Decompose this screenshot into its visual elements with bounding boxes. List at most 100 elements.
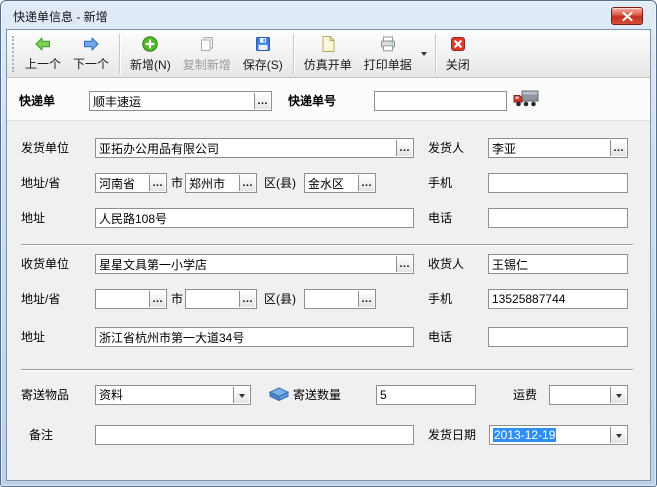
sender-phone-label: 电话 <box>428 208 452 228</box>
blue-book-icon[interactable] <box>269 387 289 402</box>
simulate-billing-button[interactable]: 仿真开单 <box>298 32 358 76</box>
receiver-district-label: 区(县) <box>264 289 296 309</box>
ellipsis-icon: … <box>399 142 410 154</box>
previous-button[interactable]: 上一个 <box>19 32 67 76</box>
express-label: 快递单 <box>19 91 55 111</box>
express-company-input[interactable] <box>90 92 254 110</box>
ellipsis-icon: … <box>361 293 372 305</box>
receiver-mobile-input[interactable] <box>488 289 628 309</box>
ellipsis-icon: … <box>152 177 163 189</box>
sender-city-browse-button[interactable]: … <box>239 175 255 191</box>
toolbar-separator <box>435 34 436 74</box>
shipping-freight-dropdown-button[interactable] <box>610 387 626 403</box>
window: 快递单信息 - 新增 上一个 下一个 新增 <box>0 0 657 487</box>
shipping-freight-combobox[interactable] <box>549 385 628 405</box>
dropdown-arrow-icon <box>239 394 245 398</box>
receiver-city-field: … <box>185 289 257 309</box>
screen: 快递单信息 - 新增 上一个 下一个 新增 <box>0 0 657 487</box>
sender-city-label: 市 <box>171 173 183 193</box>
sender-city-input[interactable] <box>186 174 239 192</box>
titlebar: 快递单信息 - 新增 <box>1 1 656 29</box>
express-no-input[interactable] <box>374 91 507 111</box>
receiver-district-input[interactable] <box>305 290 358 308</box>
sender-address-label: 地址 <box>21 208 45 228</box>
section-divider <box>21 369 633 370</box>
section-divider <box>21 244 633 245</box>
dropdown-arrow-icon <box>616 434 622 438</box>
close-button[interactable]: 关闭 <box>440 32 476 76</box>
sender-person-browse-button[interactable]: … <box>610 140 626 156</box>
add-button[interactable]: 新增(N) <box>124 32 177 76</box>
sender-district-browse-button[interactable]: … <box>358 175 374 191</box>
save-label: 保存(S) <box>243 56 283 73</box>
ellipsis-icon: … <box>361 177 372 189</box>
window-close-button[interactable] <box>611 7 643 25</box>
shipping-item-combobox[interactable]: 资料 <box>95 385 251 405</box>
sender-person-input[interactable] <box>489 139 610 157</box>
previous-label: 上一个 <box>25 55 61 72</box>
receiver-company-input[interactable] <box>96 255 396 273</box>
sender-company-field: … <box>95 138 414 158</box>
receiver-person-input[interactable] <box>488 254 628 274</box>
sender-district-field: … <box>304 173 376 193</box>
sender-province-browse-button[interactable]: … <box>149 175 165 191</box>
receiver-company-browse-button[interactable]: … <box>396 256 412 272</box>
express-company-field: … <box>89 91 272 111</box>
sender-province-field: … <box>95 173 167 193</box>
copy-pages-icon <box>198 35 216 53</box>
sender-district-label: 区(县) <box>264 173 296 193</box>
sender-district-input[interactable] <box>305 174 358 192</box>
form-area: 快递单 … 快递单号 发货单位 … <box>7 78 650 480</box>
express-company-browse-button[interactable]: … <box>254 93 270 109</box>
delivery-truck-icon[interactable] <box>513 89 539 108</box>
shipping-item-dropdown-button[interactable] <box>233 387 249 403</box>
receiver-company-label: 收货单位 <box>21 254 69 274</box>
ellipsis-icon: … <box>242 177 253 189</box>
sender-mobile-label: 手机 <box>428 173 452 193</box>
document-icon <box>319 35 337 53</box>
window-title: 快递单信息 - 新增 <box>13 8 108 25</box>
print-dropdown-button[interactable] <box>418 32 431 76</box>
receiver-district-browse-button[interactable]: … <box>358 291 374 307</box>
simulate-billing-label: 仿真开单 <box>304 56 352 73</box>
add-label: 新增(N) <box>130 56 171 73</box>
shipping-remark-input[interactable] <box>95 425 414 445</box>
print-document-button[interactable]: 打印单据 <box>358 32 418 76</box>
receiver-city-label: 市 <box>171 289 183 309</box>
next-button[interactable]: 下一个 <box>67 32 115 76</box>
receiver-city-browse-button[interactable]: … <box>239 291 255 307</box>
sender-province-input[interactable] <box>96 174 149 192</box>
express-no-label: 快递单号 <box>288 91 336 111</box>
window-body: 上一个 下一个 新增(N) 复制新增 保存(S) <box>6 29 651 481</box>
sender-company-browse-button[interactable]: … <box>396 140 412 156</box>
toolbar: 上一个 下一个 新增(N) 复制新增 保存(S) <box>7 30 650 78</box>
shipping-date-selected-text: 2013-12-19 <box>493 428 556 442</box>
receiver-province-browse-button[interactable]: … <box>149 291 165 307</box>
sender-company-input[interactable] <box>96 139 396 157</box>
sender-company-label: 发货单位 <box>21 138 69 158</box>
sender-phone-input[interactable] <box>488 208 628 228</box>
shipping-date-label: 发货日期 <box>428 425 476 445</box>
shipping-date-value: 2013-12-19 <box>490 426 610 444</box>
copy-add-label: 复制新增 <box>183 56 231 73</box>
shipping-freight-value <box>550 386 610 404</box>
print-document-label: 打印单据 <box>364 56 412 73</box>
sender-person-label: 发货人 <box>428 138 464 158</box>
shipping-date-dropdown-button[interactable] <box>610 427 626 443</box>
floppy-disk-icon <box>254 35 272 53</box>
receiver-province-label: 地址/省 <box>21 289 60 309</box>
ellipsis-icon: … <box>399 258 410 270</box>
save-button[interactable]: 保存(S) <box>237 32 289 76</box>
shipping-item-value: 资料 <box>96 386 233 404</box>
receiver-address-input[interactable] <box>95 327 414 347</box>
green-plus-icon <box>141 35 159 53</box>
dropdown-arrow-icon <box>616 394 622 398</box>
shipping-quantity-input[interactable] <box>376 385 476 405</box>
shipping-remark-label: 备注 <box>29 425 53 445</box>
shipping-date-combobox[interactable]: 2013-12-19 <box>489 425 628 445</box>
sender-mobile-input[interactable] <box>488 173 628 193</box>
receiver-phone-input[interactable] <box>488 327 628 347</box>
sender-address-input[interactable] <box>95 208 414 228</box>
receiver-province-input[interactable] <box>96 290 149 308</box>
receiver-city-input[interactable] <box>186 290 239 308</box>
